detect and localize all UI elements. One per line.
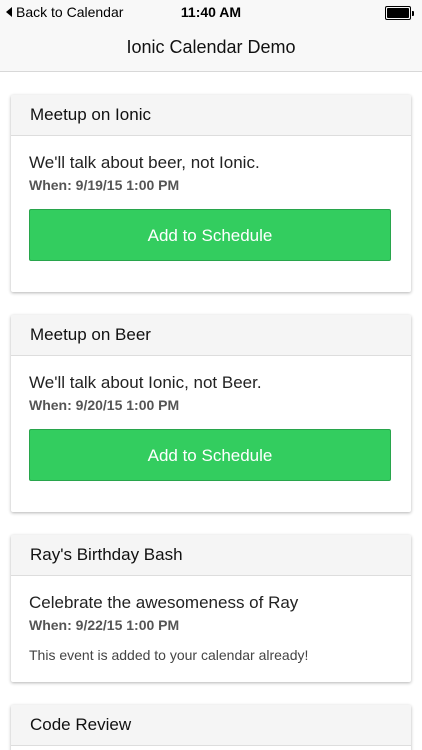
event-when: When: 9/19/15 1:00 PM [29,177,180,193]
add-to-schedule-button[interactable]: Add to Schedule [29,209,391,261]
event-description: Celebrate the awesomeness of Ray [29,593,299,612]
event-title: Meetup on Ionic [11,95,411,136]
event-title: Ray's Birthday Bash [11,535,411,576]
event-list[interactable]: Meetup on Ionic We'll talk about beer, n… [0,72,422,750]
event-when: When: 9/20/15 1:00 PM [29,397,180,413]
event-card: Meetup on Beer We'll talk about Ionic, n… [11,315,411,512]
event-when: When: 9/22/15 1:00 PM [29,617,180,633]
event-card: Ray's Birthday Bash Celebrate the awesom… [11,535,411,682]
event-description: We'll talk about beer, not Ionic. [29,153,260,172]
event-title: Code Review [11,705,411,746]
page-title: Ionic Calendar Demo [126,37,296,57]
add-to-schedule-button[interactable]: Add to Schedule [29,429,391,481]
already-added-note: This event is added to your calendar alr… [29,647,309,663]
event-description: We'll talk about Ionic, not Beer. [29,373,262,392]
nav-bar: Ionic Calendar Demo [0,24,422,72]
status-time: 11:40 AM [180,4,242,20]
event-title: Meetup on Beer [11,315,411,356]
battery-icon [385,6,414,20]
event-card: Meetup on Ionic We'll talk about beer, n… [11,95,411,292]
event-card: Code Review [11,705,411,750]
status-bar: Back to Calendar 11:40 AM [0,0,422,24]
